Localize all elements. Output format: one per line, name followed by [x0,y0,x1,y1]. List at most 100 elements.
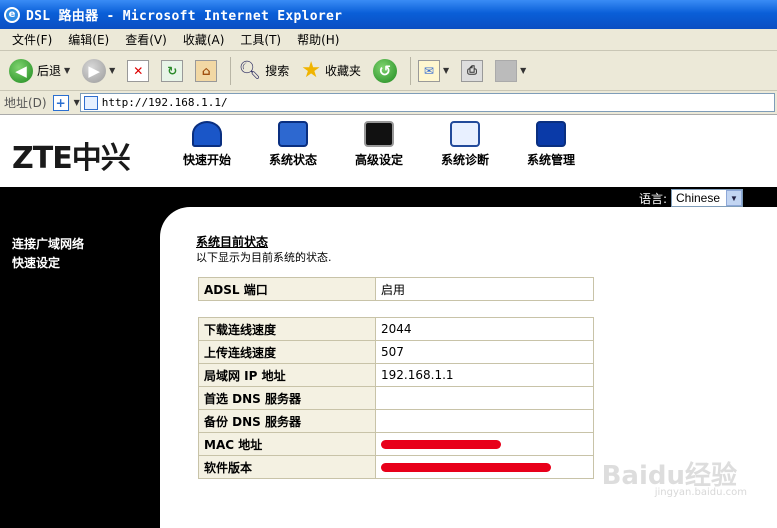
menu-help[interactable]: 帮助(H) [289,31,347,48]
row-value [375,432,594,456]
row-key: ADSL 端口 [198,277,376,301]
nav-system-status[interactable]: 系统状态 [250,121,336,168]
edit-icon [495,59,518,82]
refresh-button[interactable]: ↻ [158,55,186,87]
toolbar-separator [409,56,411,85]
zte-logo: ZTE中兴 [12,141,131,176]
laptop-icon [278,121,308,147]
row-key: 备份 DNS 服务器 [198,409,376,433]
search-label: 搜索 [265,64,290,78]
sidebar: 连接广域网络 快速设定 [12,235,84,273]
menu-edit[interactable]: 编辑(E) [60,31,117,48]
sidebar-item-quick-setup[interactable]: 快速设定 [12,254,84,273]
table-row: 首选 DNS 服务器 [198,386,594,410]
page-description: 以下显示为目前系统的状态. [196,251,332,264]
menu-bar: 文件(F) 编辑(E) 查看(V) 收藏(A) 工具(T) 帮助(H) [0,29,777,51]
window-title: DSL 路由器 - Microsoft Internet Explorer [26,9,343,24]
row-key: 首选 DNS 服务器 [198,386,376,410]
language-select[interactable]: Chinese ▼ [671,189,743,207]
favorites-button[interactable]: ★ 收藏夹 [298,55,364,87]
stop-button[interactable]: ✕ [124,55,152,87]
row-value: 2044 [375,317,594,341]
chevron-down-icon[interactable]: ▼ [443,66,449,75]
nav-quick-start[interactable]: 快速开始 [164,121,250,168]
menu-tools[interactable]: 工具(T) [232,31,289,48]
nav-label: 快速开始 [182,153,231,167]
chevron-down-icon[interactable]: ▼ [520,66,526,75]
page-title: 系统目前状态 [196,235,269,249]
table-row: 下载连线速度 2044 [198,317,594,341]
watermark-url: jingyan.baidu.com [654,487,747,498]
clipboard-icon [450,121,480,147]
back-arrow-icon: ◀ [9,58,33,83]
row-value: 507 [375,340,594,364]
row-key: MAC 地址 [198,432,376,456]
chip-icon [364,121,394,147]
row-value [375,409,594,433]
nav-label: 系统管理 [526,153,575,167]
forward-button[interactable]: ▶ ▼ [79,55,118,87]
mail-icon: ✉ [417,59,440,82]
language-value: Chinese [676,191,721,205]
stop-icon: ✕ [127,59,150,82]
nav-label: 高级设定 [354,153,403,167]
row-value [375,386,594,410]
language-selector: 语言: Chinese ▼ [639,187,743,209]
router-header: ZTE中兴 快速开始 系统状态 高级设定 系统诊断 系统管理 [0,115,777,187]
edit-button[interactable]: ▼ [492,55,529,87]
table-row: 上传连线速度 507 [198,340,594,364]
nav-label: 系统状态 [268,153,317,167]
modem-icon [192,121,222,147]
home-button[interactable]: ⌂ [192,55,220,87]
chevron-down-icon[interactable]: ▼ [109,66,115,75]
chevron-down-icon[interactable]: ▼ [64,66,70,75]
favorites-label: 收藏夹 [324,64,361,78]
table-row: 局域网 IP 地址 192.168.1.1 [198,363,594,387]
disk-icon [536,121,566,147]
nav-system-management[interactable]: 系统管理 [508,121,594,168]
table-row: MAC 地址 [198,432,594,456]
row-key: 软件版本 [198,455,376,479]
window-title-bar: e DSL 路由器 - Microsoft Internet Explorer [0,0,777,29]
back-label: 后退 [37,64,62,78]
plus-icon[interactable]: + [52,94,69,111]
refresh-icon: ↻ [161,59,184,82]
toolbar-separator [230,56,232,85]
ie-logo-icon: e [4,6,20,23]
nav-advanced-settings[interactable]: 高级设定 [336,121,422,168]
redaction-mark [381,463,551,472]
history-button[interactable]: ↺ [370,55,400,87]
page-icon [83,95,98,110]
address-input[interactable]: http://192.168.1.1/ [79,93,775,112]
menu-favorites[interactable]: 收藏(A) [175,31,233,48]
search-icon: 🔍︎ [238,60,262,81]
print-button[interactable]: ⎙ [458,55,486,87]
row-key: 局域网 IP 地址 [198,363,376,387]
nav-diagnostics[interactable]: 系统诊断 [422,121,508,168]
chevron-down-icon[interactable]: ▼ [726,190,742,206]
menu-file[interactable]: 文件(F) [4,31,60,48]
mail-button[interactable]: ✉ ▼ [415,55,452,87]
back-button[interactable]: ◀ 后退 ▼ [6,55,73,87]
row-key: 下载连线速度 [198,317,376,341]
address-url: http://192.168.1.1/ [101,96,228,109]
language-label: 语言: [638,191,667,206]
nav-label: 系统诊断 [440,153,489,167]
redaction-mark [381,440,501,449]
search-button[interactable]: 🔍︎ 搜索 [235,55,292,87]
toolbar: ◀ 后退 ▼ ▶ ▼ ✕ ↻ ⌂ 🔍︎ 搜索 ★ 收藏夹 ↺ ✉ ▼ ⎙ ▼ [0,51,777,91]
table-row: ADSL 端口 启用 [198,277,594,301]
sidebar-item-wan[interactable]: 连接广域网络 [12,235,84,254]
home-icon: ⌂ [195,59,218,82]
menu-view[interactable]: 查看(V) [117,31,175,48]
row-value: 192.168.1.1 [375,363,594,387]
status-table: 下载连线速度 2044 上传连线速度 507 局域网 IP 地址 192.168… [198,317,594,479]
main-nav: 快速开始 系统状态 高级设定 系统诊断 系统管理 [164,121,594,168]
row-key: 上传连线速度 [198,340,376,364]
table-row: 备份 DNS 服务器 [198,409,594,433]
star-icon: ★ [301,58,321,83]
history-icon: ↺ [372,58,397,83]
table-row: 软件版本 [198,455,594,479]
row-value [375,455,594,479]
address-label: 地址(D) [4,96,47,110]
